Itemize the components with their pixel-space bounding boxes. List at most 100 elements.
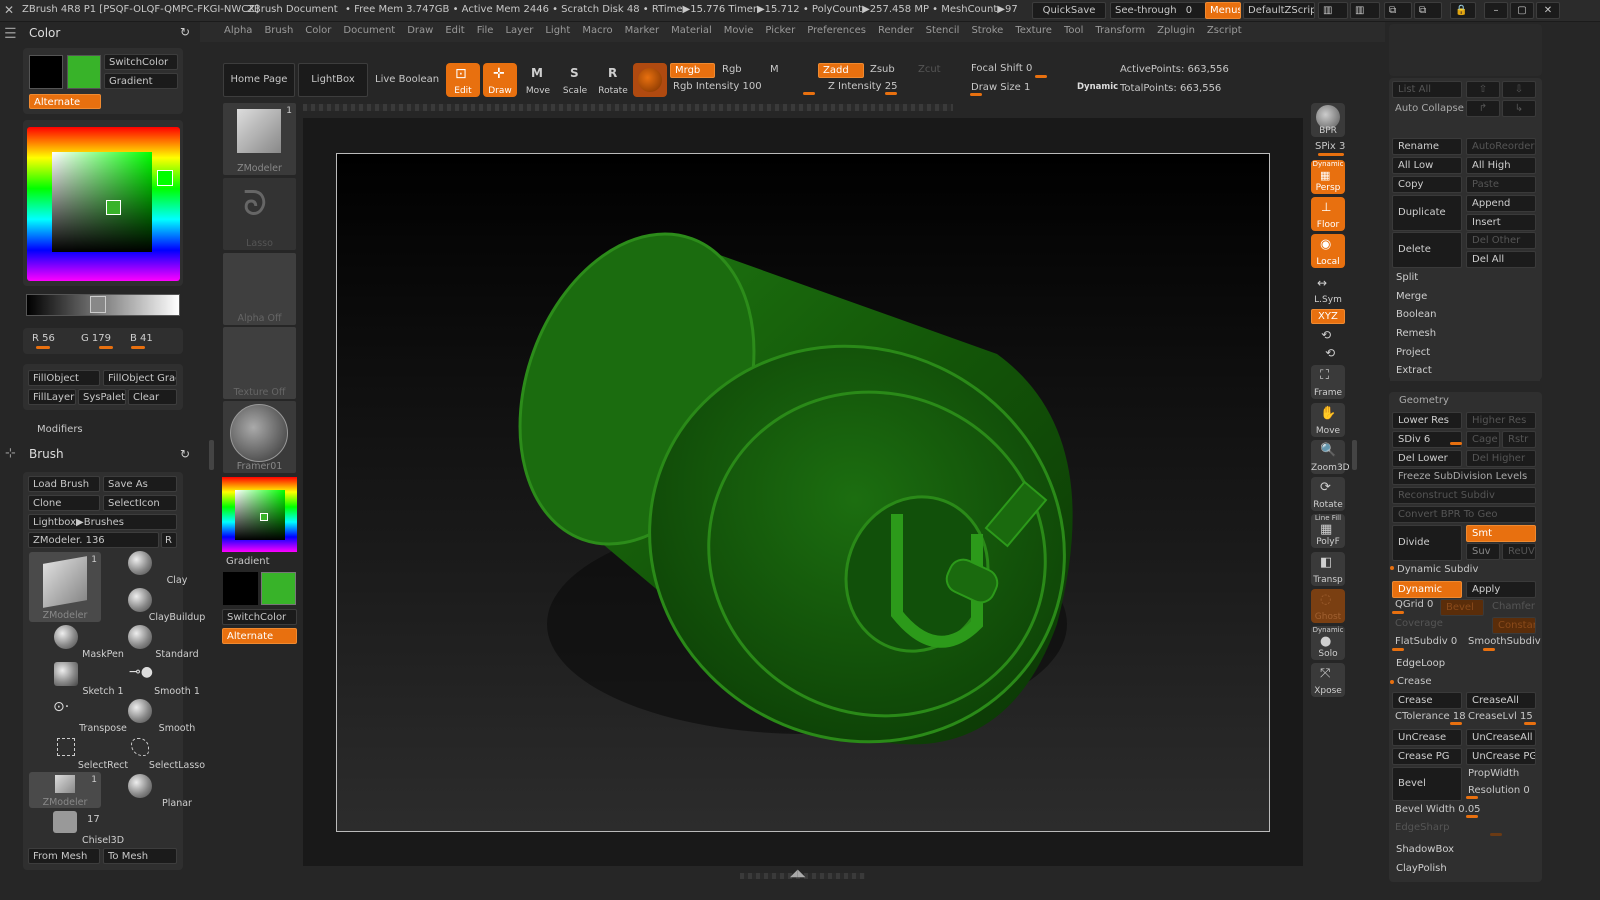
convert-bpr-button[interactable]: Convert BPR To Geo: [1392, 506, 1536, 523]
autoreorder-button[interactable]: AutoReorder: [1466, 138, 1536, 155]
green-slider[interactable]: G 179: [81, 333, 111, 344]
persp-button[interactable]: Dynamic ▦ Persp: [1311, 160, 1345, 194]
clear-button[interactable]: Clear: [128, 389, 177, 405]
rstr-button[interactable]: Rstr: [1502, 431, 1536, 448]
brush-selectrect[interactable]: SelectRect: [29, 734, 128, 771]
edgeloop-row[interactable]: EdgeLoop: [1390, 656, 1540, 674]
layout-icon-1[interactable]: ▥: [1318, 2, 1348, 19]
brush-maskpen[interactable]: MaskPen: [29, 623, 124, 660]
window-icon-1[interactable]: ⧉: [1384, 2, 1412, 19]
bevel-button[interactable]: Bevel: [1392, 767, 1462, 801]
crease-pg-button[interactable]: Crease PG: [1392, 748, 1462, 765]
close-icon[interactable]: ✕: [1536, 2, 1560, 19]
brush-zmodeler-2[interactable]: 1 ZModeler: [29, 772, 101, 808]
from-mesh-button[interactable]: From Mesh: [28, 848, 100, 864]
texture-thumb[interactable]: Texture Off: [223, 327, 296, 399]
local-button[interactable]: ◉ Local: [1311, 234, 1345, 268]
reuv-button[interactable]: ReUV: [1502, 543, 1536, 560]
hue-cursor[interactable]: [157, 170, 173, 186]
freeze-subdiv-button[interactable]: Freeze SubDivision Levels: [1392, 468, 1536, 485]
fillobject-grad-button[interactable]: FillObject Grad: [103, 370, 177, 386]
bevel-width-slider[interactable]: Bevel Width 0.05: [1395, 804, 1481, 815]
alpha-thumb[interactable]: Alpha Off: [223, 253, 296, 325]
current-brush-slider[interactable]: ZModeler. 136: [28, 532, 159, 548]
frame-button[interactable]: ⛶ Frame: [1311, 365, 1345, 399]
draw-size-slider[interactable]: Draw Size 1: [971, 82, 1030, 93]
modifiers-label[interactable]: Modifiers: [37, 424, 83, 435]
arrow-right-up-icon[interactable]: ↱: [1466, 100, 1500, 117]
zoom3d-button[interactable]: 🔍 Zoom3D: [1311, 440, 1350, 474]
ghost-button[interactable]: ◌ Ghost: [1311, 589, 1345, 623]
divide-button[interactable]: Divide: [1392, 525, 1462, 561]
rename-button[interactable]: Rename: [1392, 138, 1462, 155]
live-boolean-button[interactable]: Live Boolean: [375, 74, 439, 85]
project-row[interactable]: Project: [1390, 345, 1540, 363]
uncreaseall-button[interactable]: UnCreaseAll: [1466, 729, 1536, 746]
bpr-button[interactable]: BPR: [1311, 103, 1345, 137]
alternate-button[interactable]: Alternate: [29, 94, 101, 109]
menu-stencil[interactable]: Stencil: [920, 22, 966, 36]
brush-standard[interactable]: Standard: [103, 623, 199, 660]
higher-res-button[interactable]: Higher Res: [1466, 412, 1536, 429]
layout-icon-2[interactable]: ▥: [1350, 2, 1380, 19]
creaseall-button[interactable]: CreaseAll: [1466, 692, 1536, 709]
brush-smooth1[interactable]: ⊸● Smooth 1: [103, 660, 200, 697]
selecticon-button[interactable]: SelectIcon: [103, 495, 177, 511]
syspalette-button[interactable]: SysPalett: [78, 389, 126, 405]
defaultzscript-button[interactable]: DefaultZScript: [1243, 2, 1315, 19]
menu-preferences[interactable]: Preferences: [801, 22, 872, 36]
menu-color[interactable]: Color: [299, 22, 337, 36]
menu-edit[interactable]: Edit: [439, 22, 470, 36]
save-as-button[interactable]: Save As: [103, 476, 177, 492]
all-high-button[interactable]: All High: [1466, 157, 1536, 174]
brush-planar[interactable]: Planar: [103, 772, 192, 809]
lower-res-button[interactable]: Lower Res: [1392, 412, 1462, 429]
move-down-arrow-icon[interactable]: ⇩: [1502, 81, 1536, 98]
rotate-y-icon[interactable]: ⟲: [1321, 328, 1331, 342]
maximize-icon[interactable]: ▢: [1510, 2, 1534, 19]
rotate-view-button[interactable]: ⟳ Rotate: [1311, 477, 1345, 511]
menu-transform[interactable]: Transform: [1089, 22, 1151, 36]
list-all-button[interactable]: List All: [1392, 81, 1462, 98]
spix-slider[interactable]: SPix 3: [1315, 141, 1345, 152]
cage-button[interactable]: Cage: [1466, 431, 1500, 448]
shadowbox-row[interactable]: ShadowBox: [1390, 842, 1540, 860]
resolution-slider[interactable]: Resolution 0: [1468, 785, 1530, 796]
switchcolor-button[interactable]: SwitchColor: [104, 54, 178, 70]
tool-thumb[interactable]: 1 ZModeler: [223, 103, 296, 175]
polyf-button[interactable]: Line Fill ▦ PolyF: [1311, 514, 1345, 548]
brush-panel-title[interactable]: Brush: [29, 447, 64, 461]
lsym-button[interactable]: ↔ L.Sym: [1311, 272, 1345, 306]
uncrease-pg-button[interactable]: UnCrease PG: [1466, 748, 1536, 765]
edgesharp-slider[interactable]: EdgeSharp: [1395, 822, 1449, 833]
propwidth-toggle[interactable]: PropWidth: [1468, 768, 1519, 779]
flatsubdiv-slider[interactable]: FlatSubdiv 0: [1395, 636, 1457, 647]
menu-marker[interactable]: Marker: [619, 22, 666, 36]
dynamic-button[interactable]: Dynamic: [1077, 82, 1118, 92]
clone-button[interactable]: Clone: [28, 495, 100, 511]
refresh-icon[interactable]: ↻: [180, 25, 190, 39]
brush-sketch1[interactable]: Sketch 1: [29, 660, 124, 697]
lightbox-button[interactable]: LightBox: [298, 63, 368, 97]
remesh-row[interactable]: Remesh: [1390, 326, 1540, 344]
merge-row[interactable]: Merge: [1390, 289, 1540, 307]
zadd-button[interactable]: Zadd: [818, 63, 864, 78]
claypolish-row[interactable]: ClayPolish: [1390, 861, 1540, 879]
menu-material[interactable]: Material: [665, 22, 718, 36]
split-row[interactable]: Split: [1390, 270, 1540, 288]
brush-claybuildup[interactable]: ClayBuildup: [103, 586, 205, 623]
arrow-right-down-icon[interactable]: ↳: [1502, 100, 1536, 117]
xpose-button[interactable]: ⤧ Xpose: [1311, 663, 1345, 697]
constant-toggle[interactable]: Constant: [1492, 617, 1536, 634]
del-lower-button[interactable]: Del Lower: [1392, 450, 1462, 467]
qgrid-slider[interactable]: QGrid 0: [1395, 599, 1433, 610]
saturation-value-square[interactable]: [52, 152, 152, 252]
quicksave-button[interactable]: QuickSave: [1032, 2, 1106, 19]
menu-draw[interactable]: Draw: [401, 22, 439, 36]
dynamic-toggle[interactable]: Dynamic: [1392, 581, 1462, 598]
brush-move-icon[interactable]: ⊹: [5, 446, 16, 461]
menu-picker[interactable]: Picker: [759, 22, 801, 36]
del-other-button[interactable]: Del Other: [1466, 232, 1536, 249]
shelf-alternate-button[interactable]: Alternate: [222, 628, 297, 644]
uncrease-button[interactable]: UnCrease: [1392, 729, 1462, 746]
